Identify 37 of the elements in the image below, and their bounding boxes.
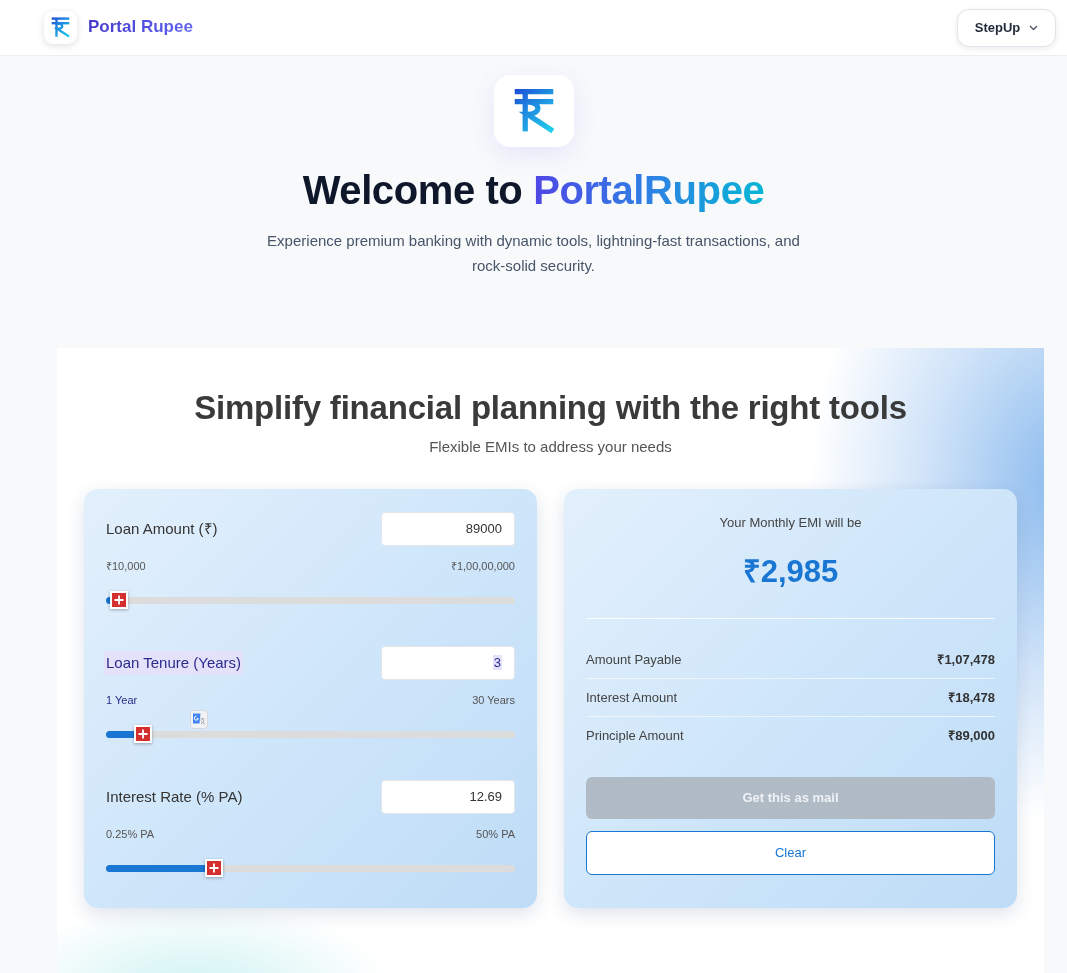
number-input-field[interactable]: 12.69 xyxy=(381,780,515,814)
summary-label: Amount Payable xyxy=(586,650,682,669)
clear-button[interactable]: Clear xyxy=(586,831,995,875)
slider-track[interactable] xyxy=(106,858,515,878)
slider-thumb[interactable] xyxy=(204,859,223,877)
summary-label: Principle Amount xyxy=(586,727,684,746)
rupee-logo-icon xyxy=(50,17,71,38)
section-subtitle: Flexible EMIs to address your needs xyxy=(428,437,673,457)
slider-thumb[interactable] xyxy=(133,725,152,743)
number-input-field[interactable]: 3 xyxy=(381,646,515,680)
max-label: 50% PA xyxy=(476,827,515,841)
summary-value: ₹89,000 xyxy=(948,727,995,746)
summary-value: ₹18,478 xyxy=(948,688,995,707)
min-label: 0.25% PA xyxy=(106,827,155,841)
field-label: Loan Tenure (Years) xyxy=(104,650,244,676)
summary-label: Interest Amount xyxy=(586,688,678,707)
logo-tile[interactable] xyxy=(44,11,77,44)
min-label: ₹10,000 xyxy=(106,559,146,573)
number-input-field[interactable]: 89000 xyxy=(381,512,515,546)
emi-amount: ₹2,985 xyxy=(741,553,840,591)
hero-subtitle: Experience premium banking with dynamic tools, lightning-fast transactions, and rock-solid security. xyxy=(266,231,801,276)
slider-track[interactable] xyxy=(106,724,515,744)
stepup-menu-button[interactable]: StepUp xyxy=(957,8,1056,47)
section-title: Simplify financial planning with the right tools xyxy=(193,388,908,428)
hero-title: Welcome to PortalRupee xyxy=(301,167,766,214)
brand-name[interactable]: Portal Rupee xyxy=(88,17,193,38)
chevron-down-icon xyxy=(1029,24,1039,31)
max-label: ₹1,00,00,000 xyxy=(450,559,515,573)
field-label: Loan Amount (₹) xyxy=(105,518,219,539)
field-label: Interest Rate (% PA) xyxy=(105,786,244,807)
emi-caption: Your Monthly EMI will be xyxy=(718,514,863,532)
min-label: 1 Year xyxy=(106,693,138,707)
translate-icon[interactable] xyxy=(190,710,208,729)
slider-thumb[interactable] xyxy=(110,591,129,609)
summary-value: ₹1,07,478 xyxy=(937,650,995,669)
max-label: 30 Years xyxy=(472,693,515,707)
slider-track[interactable] xyxy=(106,590,515,610)
